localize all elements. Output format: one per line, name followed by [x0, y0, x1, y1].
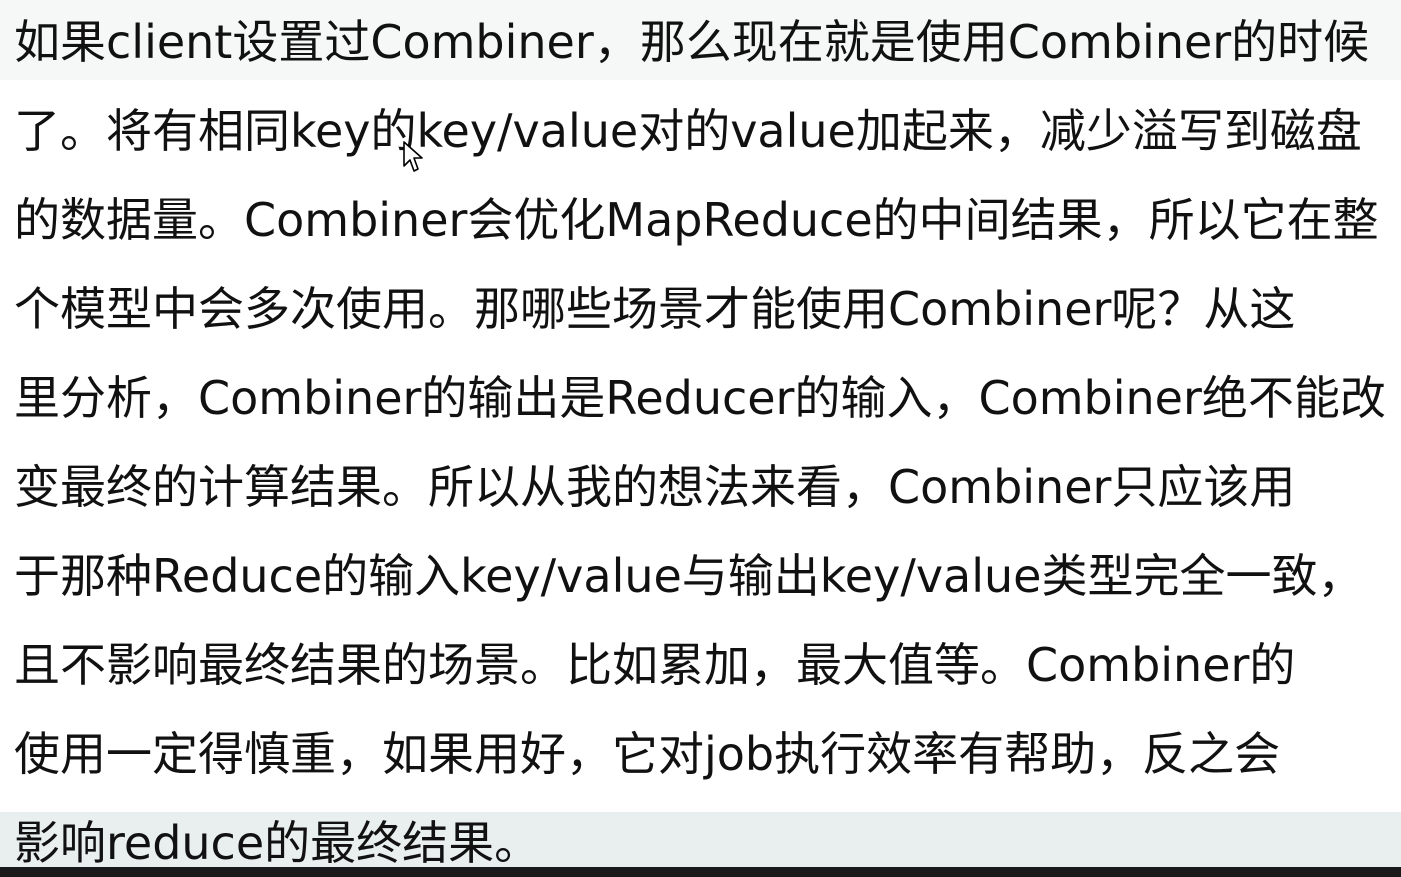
mouse-pointer-icon — [403, 141, 423, 172]
paragraph-line-2: 了。将有相同key的key/value对的value加起来，减少溢写到磁盘 — [14, 104, 1362, 158]
document-page: 如果client设置过Combiner，那么现在就是使用Combiner的时候 … — [0, 0, 1401, 877]
paragraph-line-7: 于那种Reduce的输入key/value与输出key/value类型完全一致， — [14, 549, 1364, 603]
paragraph-line-9: 使用一定得慎重，如果用好，它对job执行效率有帮助，反之会 — [14, 727, 1281, 781]
paragraph-line-6: 变最终的计算结果。所以从我的想法来看，Combiner只应该用 — [14, 460, 1296, 514]
paragraph: 如果client设置过Combiner，那么现在就是使用Combiner的时候 … — [14, 0, 1399, 877]
paragraph-line-8: 且不影响最终结果的场景。比如累加，最大值等。Combiner的 — [14, 638, 1296, 692]
paragraph-line-4: 个模型中会多次使用。那哪些场景才能使用Combiner呢？从这 — [14, 282, 1296, 336]
paragraph-line-10: 影响reduce的最终结果。 — [14, 816, 541, 870]
paragraph-line-1: 如果client设置过Combiner，那么现在就是使用Combiner的时候 — [14, 15, 1370, 69]
paragraph-line-3: 的数据量。Combiner会优化MapReduce的中间结果，所以它在整 — [14, 193, 1379, 247]
paragraph-line-5: 里分析，Combiner的输出是Reducer的输入，Combiner绝不能改 — [14, 371, 1386, 425]
